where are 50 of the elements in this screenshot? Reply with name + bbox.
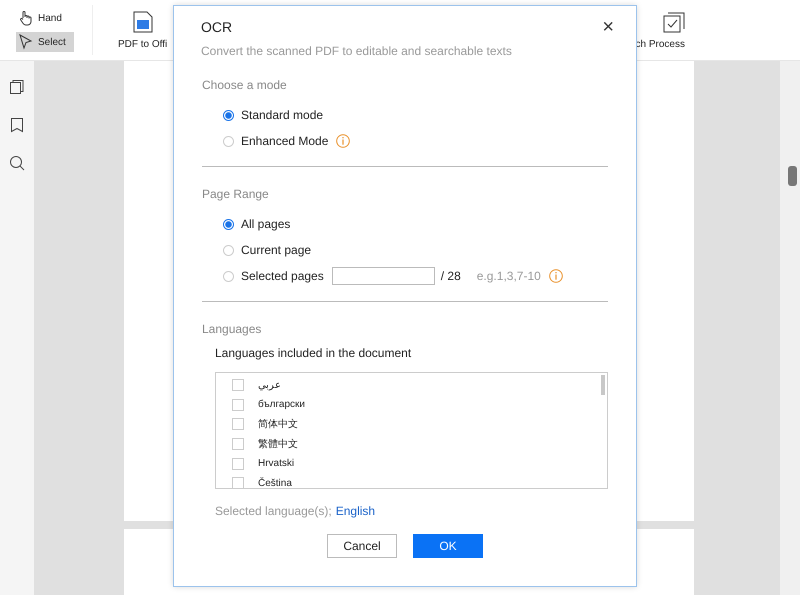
pages-icon[interactable] bbox=[9, 79, 25, 95]
checkbox[interactable] bbox=[232, 378, 244, 391]
radio-button[interactable] bbox=[223, 218, 234, 230]
checkbox-stack-icon bbox=[663, 10, 685, 32]
dialog-title: OCR bbox=[201, 19, 232, 35]
option-label: Selected pages bbox=[241, 269, 324, 283]
dialog-subtitle: Convert the scanned PDF to editable and searchable texts bbox=[200, 43, 513, 58]
languages-label: Languages included in the document bbox=[214, 346, 412, 360]
checkbox[interactable] bbox=[232, 438, 244, 450]
option-label: All pages bbox=[241, 217, 290, 231]
section-heading: Languages bbox=[202, 322, 262, 336]
cancel-button[interactable]: Cancel bbox=[327, 534, 397, 558]
language-name: български bbox=[258, 399, 305, 410]
checkbox[interactable] bbox=[232, 398, 244, 411]
range-hint: e.g.1,3,7-10 bbox=[476, 269, 541, 283]
info-icon[interactable] bbox=[336, 134, 350, 148]
radio-button[interactable] bbox=[223, 270, 234, 282]
ok-button[interactable]: OK bbox=[413, 534, 483, 558]
scrollbar-thumb[interactable] bbox=[788, 166, 797, 186]
info-icon[interactable] bbox=[548, 269, 563, 283]
selected-language: English bbox=[336, 504, 376, 518]
close-button[interactable]: × bbox=[602, 18, 614, 36]
language-name: 简体中文 bbox=[258, 418, 298, 432]
language-name: 繁體中文 bbox=[258, 438, 298, 451]
convert-button[interactable]: PDF to Offi bbox=[118, 10, 168, 50]
page-total: / 28 bbox=[440, 269, 461, 283]
language-name: Čeština bbox=[258, 478, 292, 488]
cursor-icon bbox=[18, 34, 34, 50]
radio-button[interactable] bbox=[223, 110, 234, 120]
radio-button[interactable] bbox=[223, 244, 234, 256]
option-label: Standard mode bbox=[241, 108, 324, 122]
language-name: Hrvatski bbox=[258, 458, 294, 470]
checkbox[interactable] bbox=[232, 477, 244, 488]
section-heading: Page Range bbox=[202, 187, 270, 201]
tool-button[interactable]: Hand bbox=[16, 8, 74, 28]
selected-languages-label: Selected language(s); bbox=[215, 504, 332, 518]
option-label: Enhanced Mode bbox=[241, 134, 328, 148]
document-icon bbox=[132, 10, 153, 32]
option-label: Current page bbox=[241, 243, 312, 257]
pages-field[interactable] bbox=[332, 267, 435, 285]
section-heading: Choose a mode bbox=[202, 78, 288, 92]
language-name: عربي bbox=[258, 378, 281, 391]
checkbox[interactable] bbox=[232, 458, 244, 470]
radio-button[interactable] bbox=[223, 136, 234, 146]
scrollbar-thumb[interactable] bbox=[601, 375, 605, 395]
hand-icon bbox=[18, 10, 34, 26]
search-icon[interactable] bbox=[9, 155, 25, 171]
checkbox[interactable] bbox=[232, 418, 244, 430]
bookmark-icon[interactable] bbox=[10, 117, 24, 133]
tool-button[interactable]: Select bbox=[16, 32, 74, 52]
